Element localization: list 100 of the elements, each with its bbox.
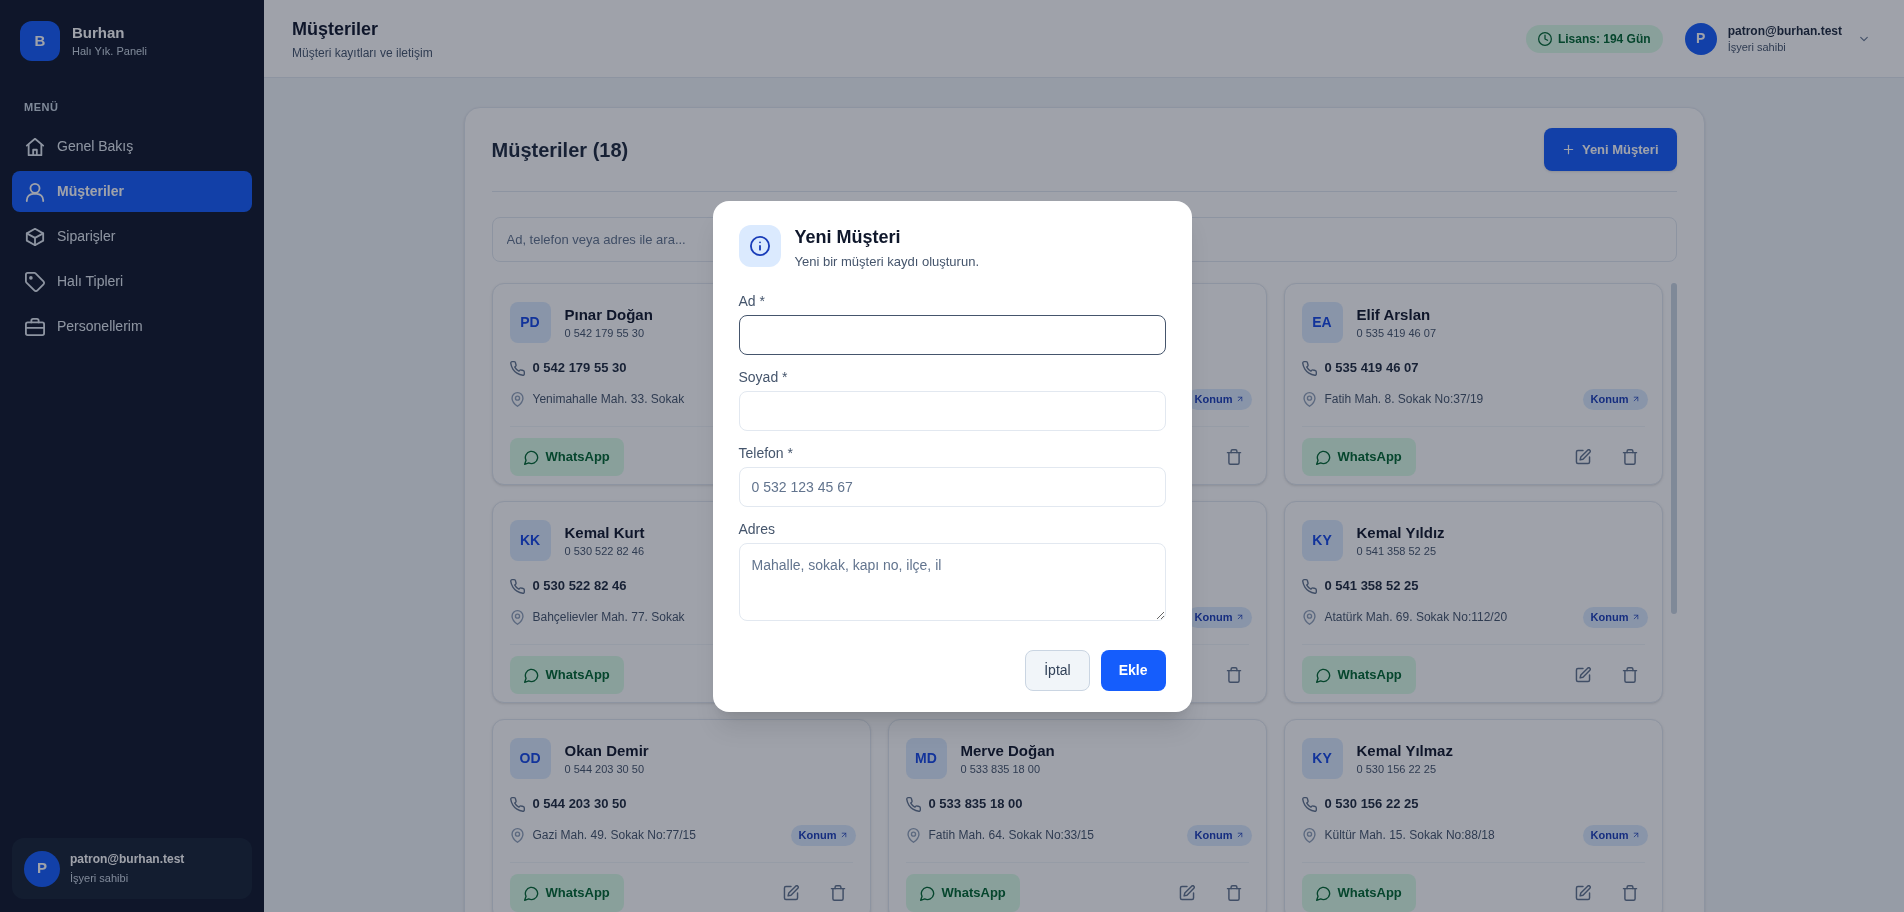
nav-item[interactable]: Halı Tipleri bbox=[12, 261, 252, 302]
panel-title: Müşteriler (18) bbox=[491, 137, 629, 163]
location-link[interactable]: Konum bbox=[1186, 824, 1252, 846]
customer-name: Kemal Yılmaz bbox=[1356, 740, 1453, 761]
customer-phone: 0 535 419 46 07 bbox=[1324, 359, 1419, 378]
chat-bubble-icon bbox=[523, 885, 539, 901]
customer-address: Kültür Mah. 15. Sokak No:88/18 bbox=[1324, 827, 1495, 844]
textarea-field[interactable]: Mahalle, sokak, kapı no, ilçe, il bbox=[738, 542, 1166, 621]
arrow-icon bbox=[1235, 831, 1244, 839]
map-pin-icon bbox=[905, 827, 921, 843]
customer-phone: 0 533 835 18 00 bbox=[928, 795, 1023, 814]
customer-name: Kemal Kurt bbox=[564, 522, 645, 543]
add-button[interactable]: Ekle bbox=[1100, 649, 1166, 691]
edit-icon bbox=[1574, 885, 1591, 901]
customer-address: Gazi Mah. 49. Sokak No:77/15 bbox=[532, 827, 696, 844]
chat-bubble-icon bbox=[523, 667, 539, 683]
location-link[interactable]: Konum bbox=[1582, 388, 1648, 410]
chat-bubble-icon bbox=[919, 885, 935, 901]
info-icon bbox=[738, 224, 781, 267]
edit-icon bbox=[1574, 667, 1591, 683]
section-label: MENÜ bbox=[23, 100, 60, 114]
nav-item[interactable]: Personellerim bbox=[12, 306, 252, 347]
initials-avatar: KY bbox=[1301, 738, 1343, 779]
dialog-subtitle: Yeni bir müşteri kaydı oluşturun. bbox=[794, 252, 979, 271]
whatsapp-button[interactable]: WhatsApp bbox=[509, 438, 624, 476]
phone-icon bbox=[509, 796, 525, 812]
customer-address: Atatürk Mah. 69. Sokak No:112/20 bbox=[1324, 609, 1508, 626]
customer-subtitle: 0 533 835 18 00 bbox=[960, 761, 1042, 777]
arrow-icon bbox=[1235, 613, 1244, 621]
new-customer-button[interactable]: Yeni Müşteri bbox=[1543, 128, 1677, 171]
location-link[interactable]: Konum bbox=[790, 824, 856, 846]
field-label: Telefon * bbox=[738, 443, 794, 463]
initials-avatar: EA bbox=[1301, 302, 1343, 343]
customer-name: Elif Arslan bbox=[1356, 304, 1432, 325]
customer-subtitle: 0 542 179 55 30 bbox=[564, 325, 646, 341]
user-role: İşyeri sahibi bbox=[1727, 39, 1786, 55]
customer-address: Fatih Mah. 8. Sokak No:37/19 bbox=[1324, 391, 1484, 408]
whatsapp-button[interactable]: WhatsApp bbox=[905, 874, 1020, 912]
home-icon bbox=[25, 136, 45, 157]
location-link[interactable]: Konum bbox=[1582, 606, 1648, 628]
license-text: Lisans: 194 Gün bbox=[1557, 30, 1651, 48]
customer-subtitle: 0 530 522 82 46 bbox=[564, 543, 645, 559]
scrollbar-thumb[interactable] bbox=[1670, 283, 1677, 614]
app-logo: B bbox=[20, 21, 60, 61]
box-icon bbox=[25, 226, 45, 247]
brand-tagline: Halı Yık. Paneli bbox=[72, 44, 147, 59]
whatsapp-button[interactable]: WhatsApp bbox=[509, 874, 624, 912]
phone-icon bbox=[1301, 578, 1317, 594]
customer-address: Bahçelievler Mah. 77. Sokak bbox=[532, 609, 685, 626]
map-pin-icon bbox=[509, 609, 525, 625]
customer-subtitle: 0 530 156 22 25 bbox=[1356, 761, 1438, 777]
tag-icon bbox=[25, 271, 45, 292]
nav-item[interactable]: Siparişler bbox=[12, 216, 252, 257]
customer-phone: 0 542 179 55 30 bbox=[532, 359, 627, 378]
chat-bubble-icon bbox=[1315, 449, 1331, 465]
initials-avatar: KK bbox=[509, 520, 551, 561]
arrow-icon bbox=[1631, 613, 1640, 621]
dialog-title: Yeni Müşteri bbox=[794, 225, 902, 249]
customer-name: Okan Demir bbox=[564, 740, 649, 761]
plus-icon bbox=[1561, 143, 1575, 156]
input-field[interactable] bbox=[738, 314, 1166, 355]
whatsapp-button[interactable]: WhatsApp bbox=[1301, 874, 1416, 912]
user-avatar: P bbox=[1684, 22, 1717, 55]
arrow-icon bbox=[1631, 831, 1640, 839]
phone-icon bbox=[905, 796, 921, 812]
customer-phone: 0 530 522 82 46 bbox=[532, 577, 627, 596]
phone-icon bbox=[509, 578, 525, 594]
nav-item[interactable]: Genel Bakış bbox=[12, 126, 252, 167]
trash-icon bbox=[1225, 449, 1242, 465]
customer-phone: 0 544 203 30 50 bbox=[532, 795, 627, 814]
user-menu[interactable]: P patron@burhan.test İşyeri sahibi bbox=[1684, 22, 1870, 55]
whatsapp-button[interactable]: WhatsApp bbox=[509, 656, 624, 694]
nav-item[interactable]: Müşteriler bbox=[12, 171, 252, 212]
user-avatar: P bbox=[24, 850, 60, 887]
clock-icon bbox=[1537, 31, 1552, 46]
trash-icon bbox=[829, 885, 846, 901]
chat-bubble-icon bbox=[1315, 885, 1331, 901]
briefcase-icon bbox=[25, 316, 45, 337]
map-pin-icon bbox=[1301, 827, 1317, 843]
brand-name: Burhan bbox=[72, 23, 126, 43]
whatsapp-button[interactable]: WhatsApp bbox=[1301, 656, 1416, 694]
initials-avatar: MD bbox=[905, 738, 947, 779]
edit-icon bbox=[1178, 885, 1195, 901]
field-label: Soyad * bbox=[738, 367, 789, 387]
initials-avatar: PD bbox=[509, 302, 551, 343]
trash-icon bbox=[1225, 667, 1242, 683]
map-pin-icon bbox=[509, 391, 525, 407]
location-link[interactable]: Konum bbox=[1582, 824, 1648, 846]
initials-avatar: OD bbox=[509, 738, 551, 779]
cancel-button[interactable]: İptal bbox=[1025, 649, 1090, 691]
customer-subtitle: 0 544 203 30 50 bbox=[564, 761, 646, 777]
field-label: Adres bbox=[738, 519, 777, 539]
edit-icon bbox=[1574, 449, 1591, 465]
customer-address: Fatih Mah. 64. Sokak No:33/15 bbox=[928, 827, 1094, 844]
whatsapp-button[interactable]: WhatsApp bbox=[1301, 438, 1416, 476]
customer-phone: 0 541 358 52 25 bbox=[1324, 577, 1419, 596]
edit-icon bbox=[782, 885, 799, 901]
customer-phone: 0 530 156 22 25 bbox=[1324, 795, 1419, 814]
phone-icon bbox=[1301, 360, 1317, 376]
customer-name: Kemal Yıldız bbox=[1356, 522, 1445, 543]
